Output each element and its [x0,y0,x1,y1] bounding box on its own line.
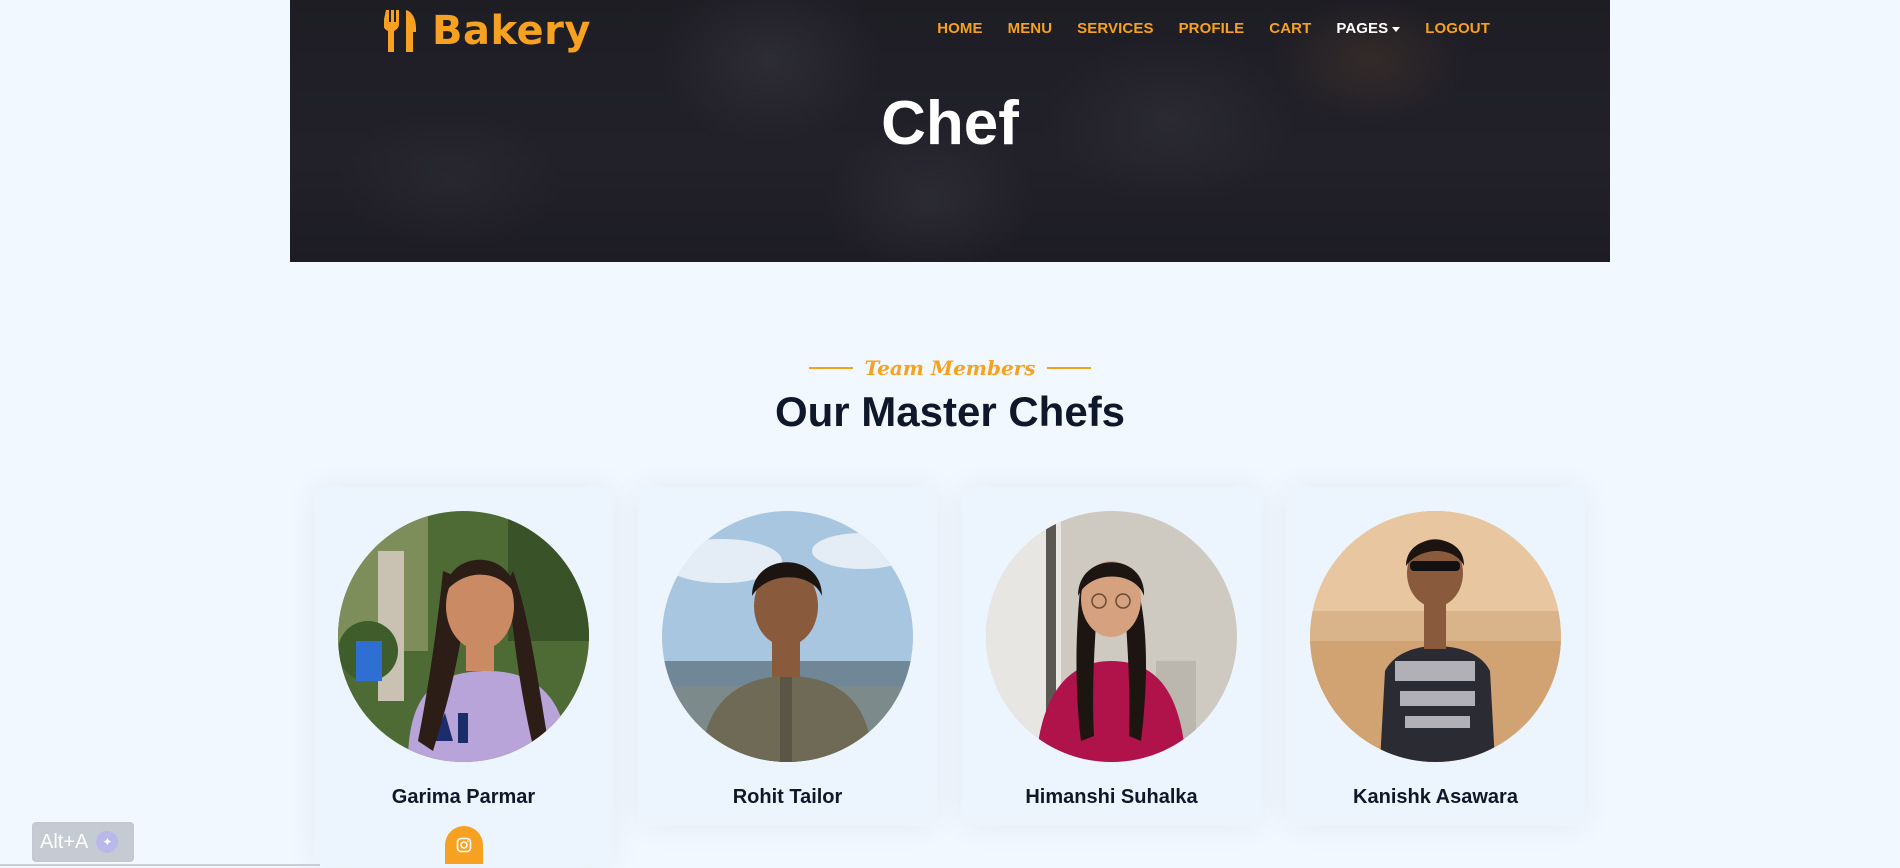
chef-photo [338,511,589,762]
shortcut-label: Alt+A [40,830,89,853]
hero-banner: Bakery HOME MENU SERVICES PROFILE CART P… [290,0,1610,262]
chef-card [314,487,613,867]
chef-photo [1310,511,1561,762]
nav-logout[interactable]: LOGOUT [1425,20,1490,37]
nav-cart[interactable]: CART [1269,20,1311,37]
section-title: Our Master Chefs [774,388,1126,435]
page-title: Chef [881,89,1019,158]
main-nav: HOME MENU SERVICES PROFILE CART PAGES LO… [937,20,1490,37]
chef-card [638,487,937,826]
instagram-button[interactable] [445,826,483,864]
brand-name: Bakery [432,8,591,54]
instagram-icon [456,837,472,853]
utensils-icon [384,10,416,52]
brand-logo[interactable]: Bakery [384,8,591,54]
chef-card [962,487,1261,826]
nav-profile[interactable]: PROFILE [1179,20,1245,37]
nav-services[interactable]: SERVICES [1077,20,1153,37]
section-subtitle: Team Members [0,356,1900,380]
subtitle-divider-right [1047,367,1092,369]
nav-pages-dropdown[interactable]: PAGES [1336,20,1401,37]
chef-card [1286,487,1585,826]
chef-photo [662,511,913,762]
subtitle-divider-left [808,367,853,369]
scroll-indicator [0,864,320,866]
chef-name: Himanshi Suhalka [1025,786,1198,808]
nav-home[interactable]: HOME [937,20,982,37]
nav-menu[interactable]: MENU [1008,20,1053,37]
chef-photo [986,511,1237,762]
subtitle-text: Team Members [864,356,1036,380]
assistant-icon: ✦ [96,831,119,853]
chef-name: Garima Parmar [391,786,536,808]
caret-down-icon [1392,26,1401,32]
chef-name: Rohit Tailor [732,786,843,808]
chef-name: Kanishk Asawara [1353,786,1518,808]
shortcut-overlay[interactable]: Alt+A ✦ [32,822,134,862]
nav-pages-label: PAGES [1336,20,1389,37]
